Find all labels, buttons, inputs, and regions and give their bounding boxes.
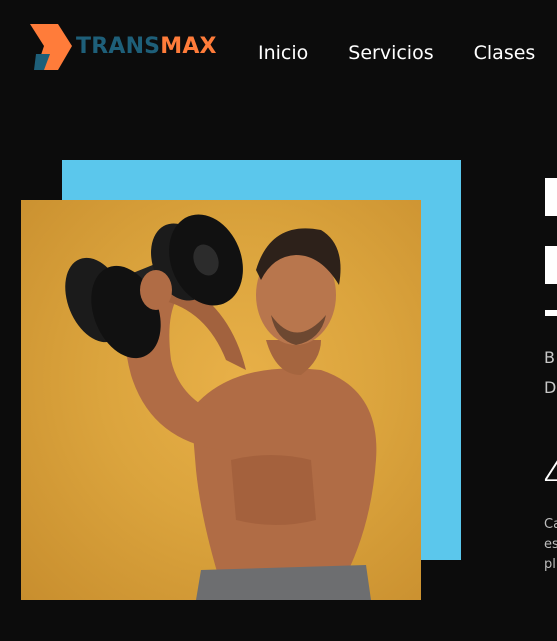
stat-description: Ca es pl	[544, 515, 557, 575]
nav-inicio[interactable]: Inicio	[258, 42, 308, 64]
hero-subtitle-line: B	[544, 348, 555, 367]
logo-text: TRANSMAX	[76, 34, 217, 59]
stat-description-line: pl	[544, 557, 556, 572]
stat-description-line: Ca	[544, 517, 557, 532]
hero-title-glyph-1	[545, 178, 557, 216]
nav-clases[interactable]: Clases	[474, 42, 536, 64]
page: TRANSMAX Inicio Servicios Clases B D 4 C…	[0, 0, 557, 641]
hero-subtitle: B D	[544, 343, 556, 403]
stat-description-line: es	[544, 537, 557, 552]
hero-underline	[545, 310, 557, 316]
hero-title-glyph-2	[545, 246, 557, 284]
stat-value: 4	[543, 453, 557, 499]
hero-image	[21, 200, 421, 600]
man-lifting-dumbbell-illustration	[65, 214, 377, 600]
logo-mark-icon	[30, 24, 72, 70]
nav-servicios[interactable]: Servicios	[348, 42, 433, 64]
hero-subtitle-line: D	[544, 378, 557, 397]
hero-title	[545, 178, 557, 284]
main-nav: Inicio Servicios Clases	[258, 42, 535, 64]
logo[interactable]: TRANSMAX	[30, 24, 217, 70]
